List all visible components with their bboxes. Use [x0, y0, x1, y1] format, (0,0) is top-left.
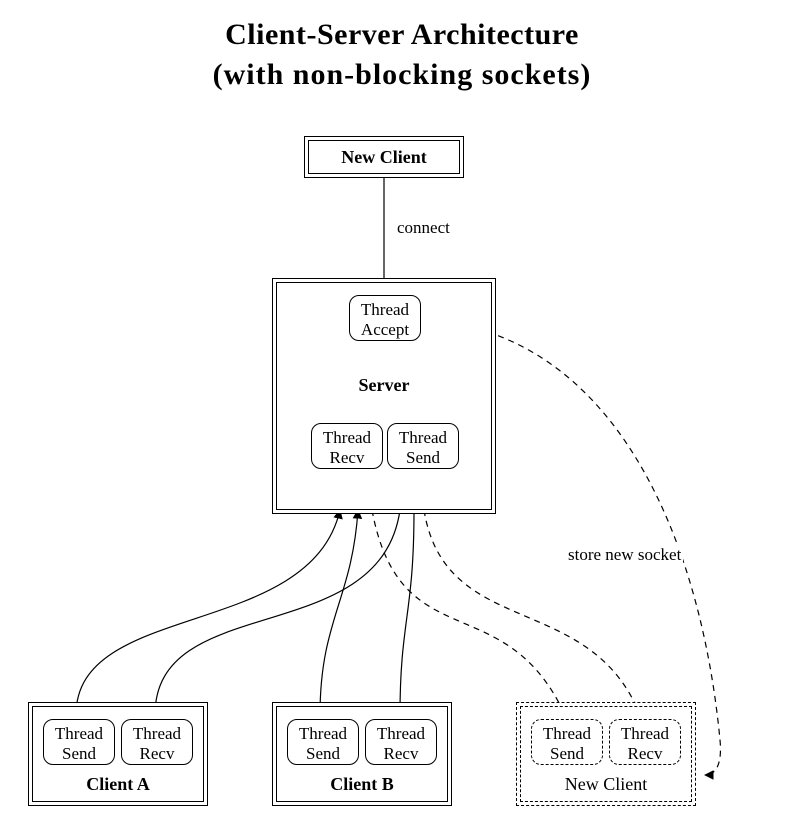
- text-server-thread-send: Thread Send: [399, 428, 447, 467]
- title-line-2: (with non-blocking sockets): [0, 58, 804, 92]
- pill-newclient-send: Thread Send: [531, 719, 603, 765]
- label-client-b: Client B: [277, 774, 447, 795]
- pill-clientB-recv: Thread Recv: [365, 719, 437, 765]
- text-clientB-recv: Thread Recv: [377, 724, 425, 763]
- label-new-client-bottom: New Client: [521, 774, 691, 795]
- text-thread-accept: Thread Accept: [361, 300, 409, 339]
- edge-server-to-clientA: [155, 510, 400, 715]
- label-connect: connect: [395, 218, 452, 238]
- text-newclient-send: Thread Send: [543, 724, 591, 763]
- text-clientA-send: Thread Send: [55, 724, 103, 763]
- node-client-a: Thread Send Thread Recv Client A: [28, 702, 208, 806]
- pill-server-thread-recv: Thread Recv: [311, 423, 383, 469]
- text-newclient-recv: Thread Recv: [621, 724, 669, 763]
- pill-clientA-recv: Thread Recv: [121, 719, 193, 765]
- pill-thread-accept: Thread Accept: [349, 295, 421, 341]
- edge-server-to-newclient-recv: [424, 510, 640, 715]
- node-new-client-bottom: Thread Send Thread Recv New Client: [516, 702, 696, 806]
- pill-newclient-recv: Thread Recv: [609, 719, 681, 765]
- edge-clientB-send: [320, 510, 358, 715]
- title-line-1: Client-Server Architecture: [0, 18, 804, 52]
- label-client-a: Client A: [33, 774, 203, 795]
- label-server: Server: [277, 375, 491, 396]
- pill-clientB-send: Thread Send: [287, 719, 359, 765]
- diagram-stage: Client-Server Architecture (with non-blo…: [0, 0, 804, 839]
- node-server: Thread Accept Server Thread Recv Thread …: [272, 278, 496, 514]
- label-new-client-top: New Client: [341, 147, 426, 168]
- pill-clientA-send: Thread Send: [43, 719, 115, 765]
- text-server-thread-recv: Thread Recv: [323, 428, 371, 467]
- node-new-client-top: New Client: [304, 136, 464, 178]
- text-clientA-recv: Thread Recv: [133, 724, 181, 763]
- text-clientB-send: Thread Send: [299, 724, 347, 763]
- edge-server-to-clientB: [400, 510, 414, 715]
- label-store-new-socket: store new socket: [566, 545, 683, 565]
- node-client-b: Thread Send Thread Recv Client B: [272, 702, 452, 806]
- edge-clientA-send: [76, 510, 340, 715]
- edge-newclient-send-to-server: [372, 510, 565, 715]
- pill-server-thread-send: Thread Send: [387, 423, 459, 469]
